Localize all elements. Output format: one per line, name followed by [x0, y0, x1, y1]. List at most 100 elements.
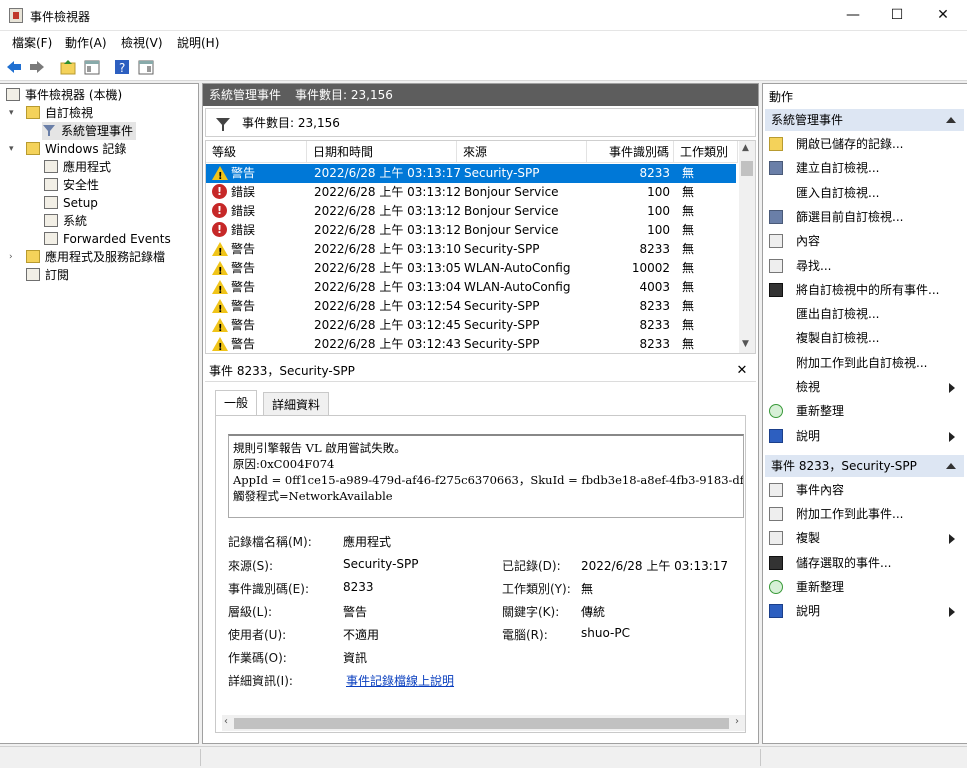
action-copy[interactable]: 複製	[769, 528, 961, 548]
menu-view[interactable]: 檢視(V)	[119, 34, 165, 51]
close-icon[interactable]: ✕	[733, 360, 751, 382]
scroll-up-icon[interactable]: ▲	[742, 143, 749, 153]
action-export-custom-view[interactable]: 匯出自訂檢視...	[769, 304, 961, 324]
tree-admin-events[interactable]: 系統管理事件	[42, 122, 137, 140]
center-pane: 系統管理事件 事件數目: 23,156 事件數目: 23,156 等級 日期和時間…	[202, 83, 759, 744]
value-keywords: 傳統	[581, 605, 606, 619]
tree-log-application[interactable]: 應用程式	[44, 158, 111, 176]
help-icon[interactable]: ?	[112, 57, 132, 77]
table-row[interactable]: 錯誤 2022/6/28 上午 03:13:12Bonjour Service 10…	[206, 202, 736, 221]
table-row[interactable]: 錯誤 2022/6/28 上午 03:13:12Bonjour Service 10…	[206, 183, 736, 202]
show-pane-icon[interactable]	[136, 57, 156, 77]
cell-source: Bonjour Service	[464, 185, 559, 199]
action-save-all-events[interactable]: 將自訂檢視中的所有事件...	[769, 280, 961, 300]
table-row[interactable]: 警告 2022/6/28 上午 03:12:43Security-SPP 8233 無	[206, 335, 736, 353]
table-row[interactable]: 錯誤 2022/6/28 上午 03:13:12Bonjour Service 10…	[206, 221, 736, 240]
online-help-link[interactable]: 事件記錄檔線上說明	[346, 672, 454, 689]
minimize-button[interactable]: —	[830, 0, 876, 31]
action-save-selected-events[interactable]: 儲存選取的事件...	[769, 553, 961, 573]
event-message[interactable]: 規則引擎報告 VL 啟用嘗試失敗。 原因:0xC004F074 AppId = …	[228, 434, 744, 518]
table-row[interactable]: 警告 2022/6/28 上午 03:13:17Security-SPP 8233 無	[206, 164, 736, 186]
warning-icon	[212, 166, 228, 186]
label-more-info: 詳細資訊(I):	[228, 674, 293, 688]
scrollbar-thumb[interactable]	[741, 161, 753, 176]
tab-general[interactable]: 一般	[215, 390, 258, 416]
column-event-id[interactable]: 事件識別碼	[587, 141, 674, 163]
close-button[interactable]: ✕	[920, 0, 966, 31]
tree-windows-logs[interactable]: Windows 記錄	[26, 140, 126, 158]
warning-icon	[212, 261, 228, 281]
cell-datetime: 2022/6/28 上午 03:13:12	[314, 223, 462, 237]
cell-level: 警告	[231, 337, 256, 351]
up-folder-icon[interactable]	[58, 57, 78, 77]
actions-section-event[interactable]: 事件 8233，Security-SPP	[765, 455, 964, 477]
center-header-count: 事件數目: 23,156	[295, 88, 393, 102]
tree-subscriptions[interactable]: 訂閱	[26, 266, 69, 284]
detail-general-panel: 規則引擎報告 VL 啟用嘗試失敗。 原因:0xC004F074 AppId = …	[215, 415, 746, 733]
action-find[interactable]: 尋找...	[769, 256, 961, 276]
action-import-custom-view[interactable]: 匯入自訂檢視...	[769, 183, 961, 203]
action-attach-task-view[interactable]: 附加工作到此自訂檢視...	[769, 353, 961, 373]
tree-log-label: 應用程式	[63, 160, 112, 174]
cell-level: 錯誤	[231, 204, 256, 218]
column-source[interactable]: 來源	[457, 141, 587, 163]
action-refresh[interactable]: 重新整理	[769, 577, 961, 597]
menu-file[interactable]: 檔案(F)	[10, 34, 54, 51]
table-row[interactable]: 警告 2022/6/28 上午 03:12:54Security-SPP 8233 無	[206, 297, 736, 319]
cell-datetime: 2022/6/28 上午 03:12:43	[314, 337, 462, 351]
column-level[interactable]: 等級	[206, 141, 307, 163]
action-help[interactable]: 說明	[769, 426, 961, 446]
cell-datetime: 2022/6/28 上午 03:12:45	[314, 318, 462, 332]
collapse-up-icon[interactable]	[946, 117, 956, 123]
tree-custom-views[interactable]: 自訂檢視	[26, 104, 93, 122]
chevron-down-icon[interactable]: ▾	[9, 144, 19, 154]
label-level: 層級(L):	[228, 605, 273, 619]
action-open-saved-log[interactable]: 開啟已儲存的記錄...	[769, 134, 961, 154]
action-help[interactable]: 說明	[769, 601, 961, 621]
tree-log-forwarded[interactable]: Forwarded Events	[44, 230, 171, 248]
filter-count-text: 事件數目: 23,156	[242, 116, 340, 130]
action-label: 事件內容	[796, 483, 845, 497]
action-view[interactable]: 檢視	[769, 377, 961, 397]
column-datetime[interactable]: 日期和時間	[307, 141, 457, 163]
menu-help[interactable]: 說明(H)	[175, 34, 221, 51]
tree-apps-services[interactable]: 應用程式及服務記錄檔	[26, 248, 165, 266]
chevron-right-icon[interactable]: ›	[9, 252, 19, 262]
action-label: 匯入自訂檢視...	[796, 185, 880, 200]
table-row[interactable]: 警告 2022/6/28 上午 03:13:05WLAN-AutoConfig 10…	[206, 259, 736, 281]
chevron-down-icon[interactable]: ▾	[9, 108, 19, 118]
collapse-up-icon[interactable]	[946, 463, 956, 469]
actions-section-admin-events[interactable]: 系統管理事件	[765, 109, 964, 131]
tree-root[interactable]: 事件檢視器 (本機)	[6, 86, 122, 104]
scroll-left-icon[interactable]: ‹	[224, 716, 228, 727]
scroll-down-icon[interactable]: ▼	[742, 339, 749, 349]
table-row[interactable]: 警告 2022/6/28 上午 03:13:04WLAN-AutoConfig 40…	[206, 278, 736, 300]
column-task-category[interactable]: 工作類別	[674, 141, 738, 163]
vertical-scrollbar[interactable]: ▲ ▼	[739, 141, 755, 353]
cell-event-id: 4003	[639, 280, 670, 294]
action-filter-custom-view[interactable]: 篩選目前自訂檢視...	[769, 207, 961, 227]
action-refresh[interactable]: 重新整理	[769, 401, 961, 421]
chevron-right-icon	[949, 383, 955, 393]
action-properties[interactable]: 內容	[769, 231, 961, 251]
tree-log-setup[interactable]: Setup	[44, 194, 98, 212]
back-arrow-icon[interactable]	[4, 57, 24, 77]
tree-log-security[interactable]: 安全性	[44, 176, 99, 194]
tree-log-system[interactable]: 系統	[44, 212, 87, 230]
menu-action[interactable]: 動作(A)	[63, 34, 109, 51]
table-row[interactable]: 警告 2022/6/28 上午 03:12:45Security-SPP 8233 無	[206, 316, 736, 338]
action-create-custom-view[interactable]: 建立自訂檢視...	[769, 158, 961, 178]
console-tree-icon[interactable]	[82, 57, 102, 77]
maximize-button[interactable]: ☐	[874, 0, 920, 31]
warning-icon	[212, 318, 228, 338]
action-copy-custom-view[interactable]: 複製自訂檢視...	[769, 328, 961, 348]
action-attach-task-event[interactable]: 附加工作到此事件...	[769, 504, 961, 524]
action-event-properties[interactable]: 事件內容	[769, 480, 961, 500]
disk-icon	[769, 555, 783, 570]
table-row[interactable]: 警告 2022/6/28 上午 03:13:10Security-SPP 8233 無	[206, 240, 736, 262]
scroll-right-icon[interactable]: ›	[735, 716, 739, 727]
scrollbar-thumb[interactable]	[234, 718, 729, 729]
tab-details[interactable]: 詳細資料	[263, 392, 330, 416]
forward-arrow-icon[interactable]	[27, 57, 47, 77]
horizontal-scrollbar[interactable]: ‹ ›	[222, 715, 745, 731]
